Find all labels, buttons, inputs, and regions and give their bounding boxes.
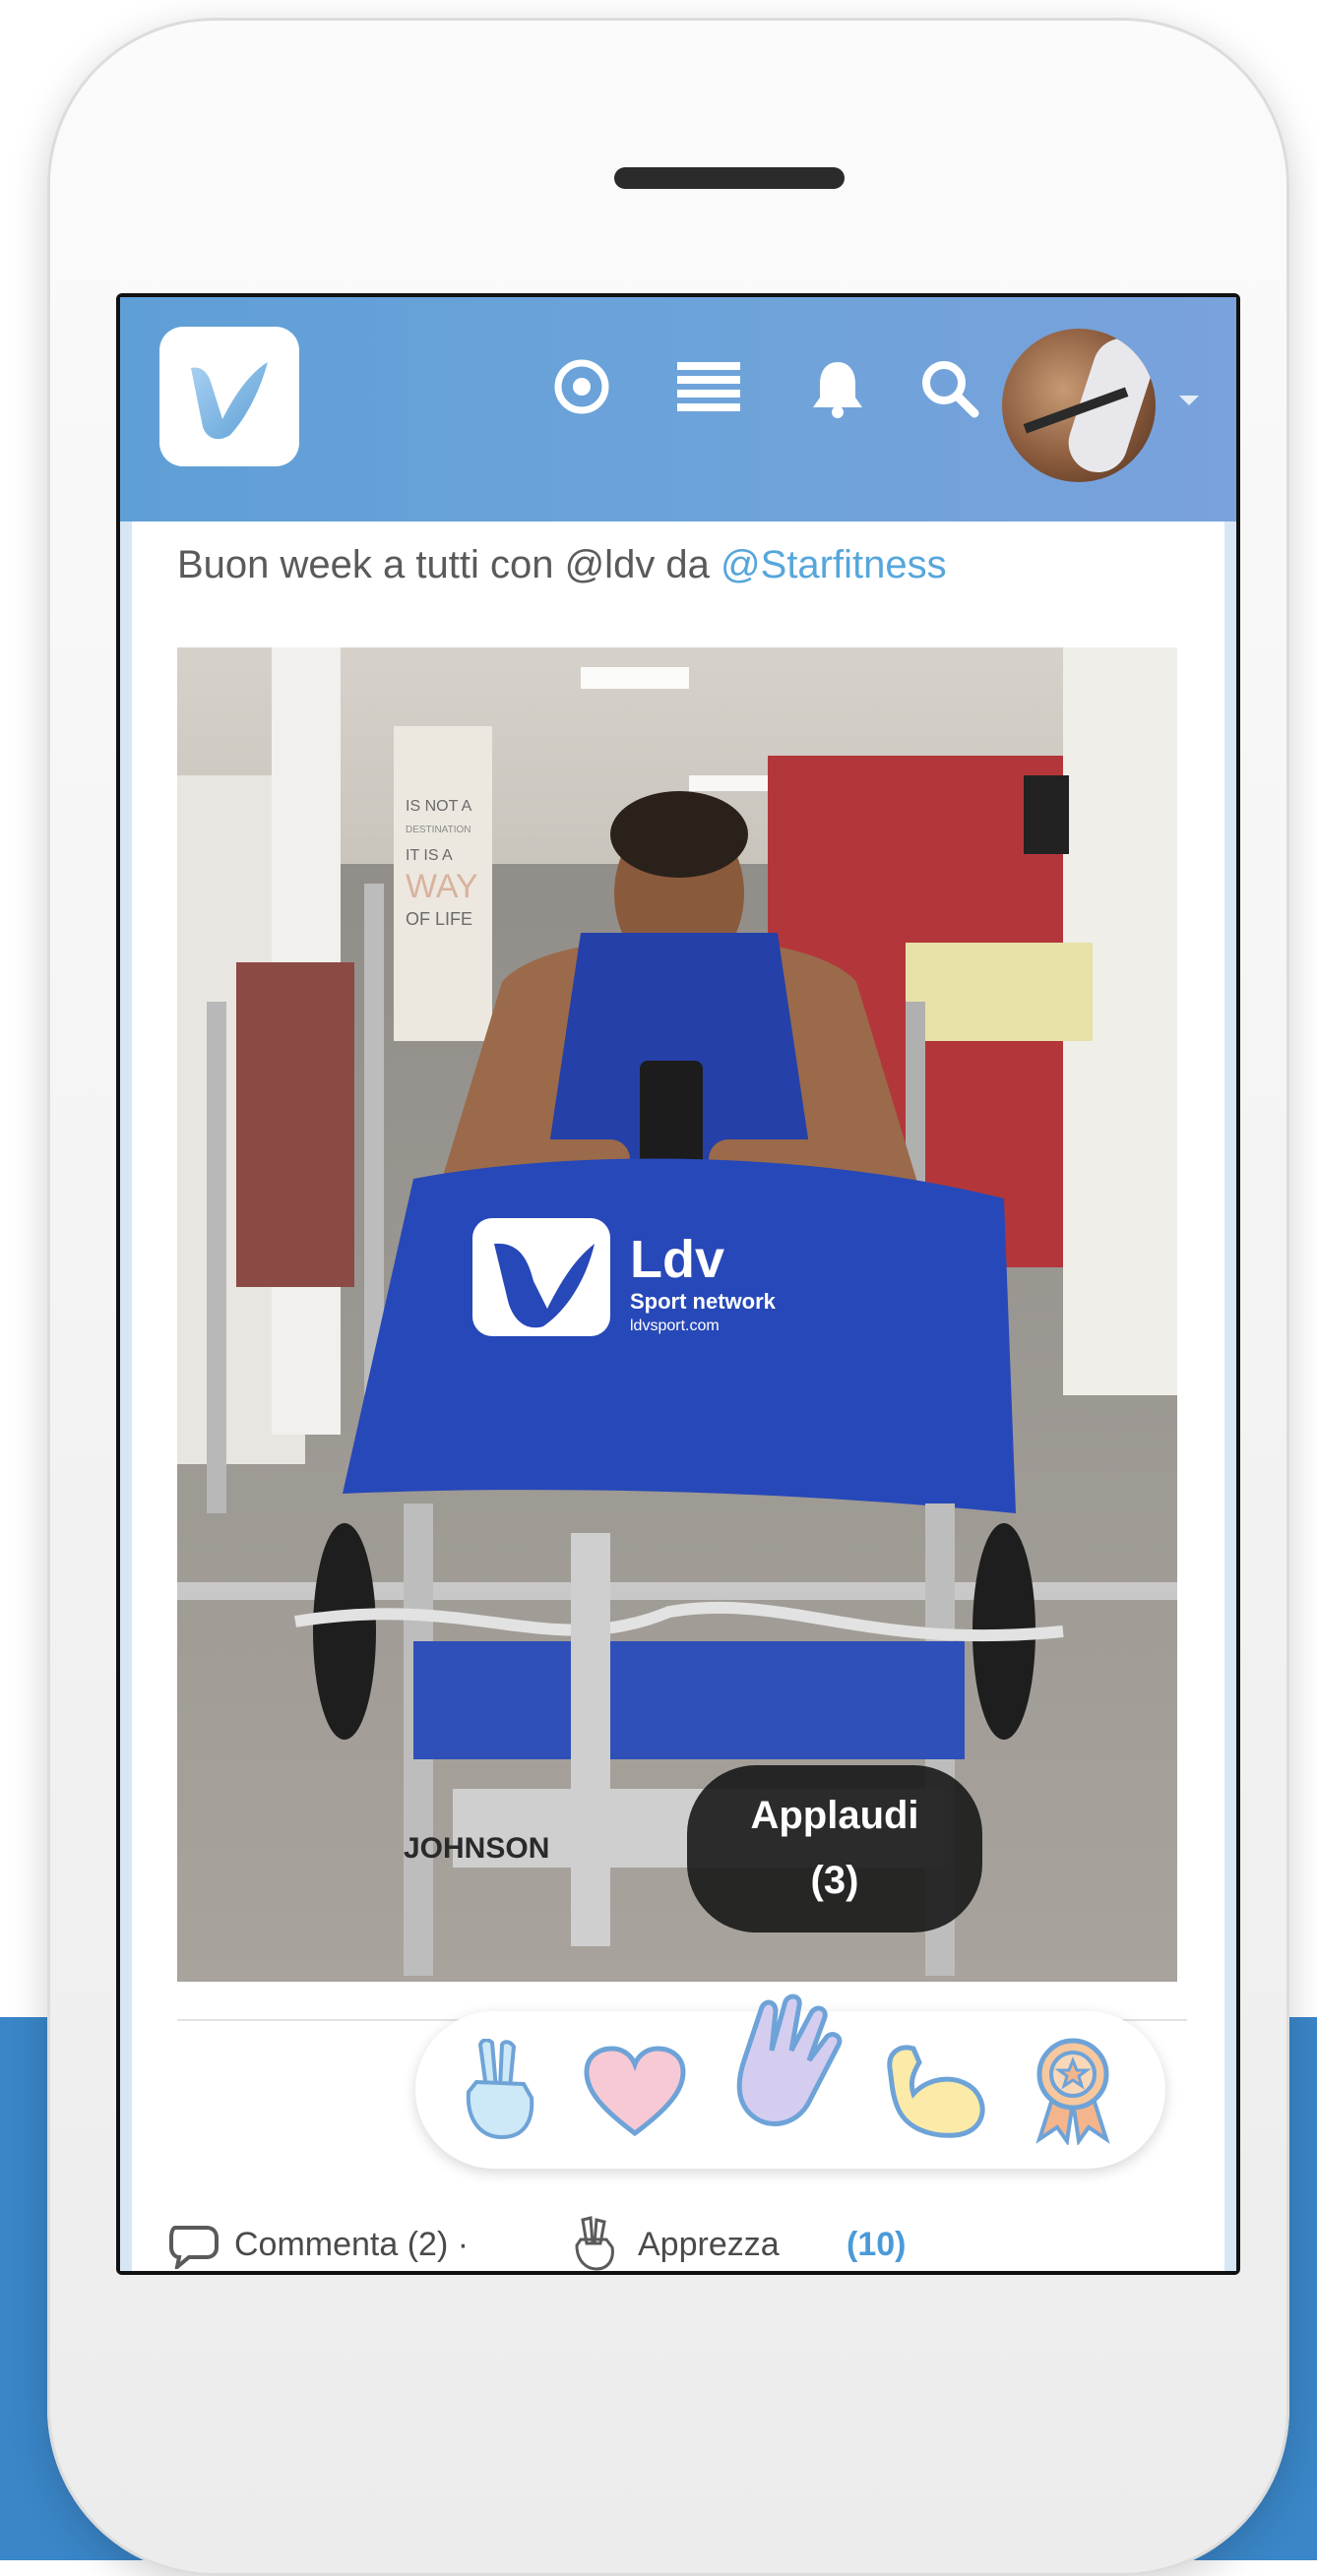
post-actions: Commenta (2) · Apprezza (10) xyxy=(167,2216,1201,2271)
svg-text:Sport network: Sport network xyxy=(630,1289,777,1314)
app-screen: Buon week a tutti con @ldv da @Starfitne… xyxy=(120,297,1236,2271)
tooltip-label: Applaudi xyxy=(750,1794,919,1837)
svg-text:JOHNSON: JOHNSON xyxy=(404,1832,549,1865)
peace-hand-icon[interactable] xyxy=(453,2038,541,2146)
heart-icon[interactable] xyxy=(581,2045,689,2144)
svg-text:ldvsport.com: ldvsport.com xyxy=(630,1318,720,1334)
tooltip-count: (3) xyxy=(810,1859,859,1902)
search-icon[interactable] xyxy=(919,358,980,424)
reaction-tooltip: Applaudi (3) xyxy=(687,1765,982,1932)
phone-screen: Buon week a tutti con @ldv da @Starfitne… xyxy=(116,293,1240,2275)
post-text: Buon week a tutti con @ldv da @Starfitne… xyxy=(177,543,947,587)
left-divider xyxy=(120,521,132,2271)
comment-icon[interactable] xyxy=(167,2222,228,2271)
svg-text:WAY: WAY xyxy=(406,868,478,905)
medal-icon[interactable] xyxy=(1026,2033,1120,2150)
comment-action[interactable]: Commenta (2) · xyxy=(234,2226,469,2264)
list-icon[interactable] xyxy=(677,358,740,420)
svg-text:IS NOT A: IS NOT A xyxy=(406,798,472,815)
app-logo[interactable] xyxy=(159,327,299,466)
svg-text:IT IS A: IT IS A xyxy=(406,847,453,864)
bell-icon[interactable] xyxy=(809,358,866,424)
phone-speaker xyxy=(614,167,845,189)
reaction-picker xyxy=(415,1993,1165,2169)
appreciate-icon[interactable] xyxy=(569,2216,618,2271)
post-photo[interactable]: Ldv Sport network ldvsport.com JOHNSON I… xyxy=(177,647,1177,1982)
chevron-down-icon[interactable] xyxy=(1179,396,1199,405)
post-text-body: Buon week a tutti con @ldv da xyxy=(177,543,721,586)
svg-text:Ldv: Ldv xyxy=(630,1230,724,1289)
muscle-icon[interactable] xyxy=(880,2039,994,2146)
appreciate-action[interactable]: Apprezza xyxy=(638,2226,780,2264)
svg-text:DESTINATION: DESTINATION xyxy=(406,825,470,835)
appreciate-count[interactable]: (10) xyxy=(847,2226,906,2264)
svg-text:OF LIFE: OF LIFE xyxy=(406,909,472,929)
app-header xyxy=(120,297,1236,521)
clap-icon[interactable] xyxy=(715,1992,862,2144)
mention-link[interactable]: @Starfitness xyxy=(721,543,947,586)
right-divider xyxy=(1224,521,1236,2271)
target-icon[interactable] xyxy=(553,358,610,420)
avatar[interactable] xyxy=(1002,329,1156,482)
